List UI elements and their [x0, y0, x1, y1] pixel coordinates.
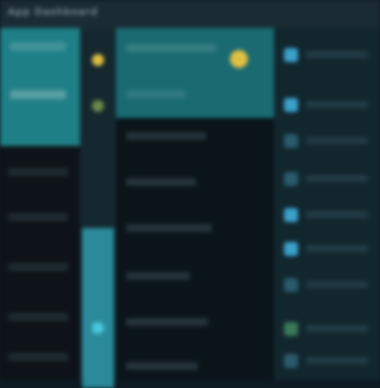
- list-item[interactable]: [280, 164, 376, 194]
- left-sidebar-item[interactable]: [8, 213, 68, 221]
- sun-icon[interactable]: [230, 50, 248, 68]
- left-sidebar: [0, 28, 80, 380]
- list-item[interactable]: [280, 126, 376, 156]
- item-label: [306, 137, 368, 144]
- right-list: [274, 28, 380, 380]
- left-sidebar-item[interactable]: [8, 313, 68, 321]
- item-label: [306, 101, 368, 108]
- item-icon: [284, 322, 298, 336]
- list-row[interactable]: [126, 318, 208, 326]
- item-label: [306, 51, 368, 58]
- left-sidebar-item[interactable]: [8, 168, 68, 176]
- header-line: [126, 90, 186, 98]
- window-title: App Dashboard: [8, 7, 98, 18]
- list-row[interactable]: [126, 178, 196, 186]
- item-icon: [284, 98, 298, 112]
- item-label: [306, 325, 368, 332]
- item-icon: [284, 242, 298, 256]
- icon-rail-selection: [82, 228, 114, 388]
- item-icon: [284, 278, 298, 292]
- item-icon: [284, 48, 298, 62]
- title-bar: App Dashboard: [0, 0, 380, 28]
- item-label: [306, 245, 368, 252]
- list-row[interactable]: [126, 272, 190, 280]
- main-panel: [116, 28, 274, 380]
- item-icon: [284, 134, 298, 148]
- app-window: App Dashboard: [0, 0, 380, 388]
- list-row[interactable]: [126, 132, 206, 140]
- list-item[interactable]: [280, 346, 376, 376]
- left-sidebar-item[interactable]: [8, 263, 68, 271]
- list-item[interactable]: [280, 200, 376, 230]
- list-item[interactable]: [280, 40, 376, 70]
- left-sidebar-item[interactable]: [8, 353, 68, 361]
- header-line: [126, 44, 216, 52]
- list-item[interactable]: [280, 270, 376, 300]
- list-row[interactable]: [126, 224, 212, 232]
- item-label: [306, 175, 368, 182]
- active-icon[interactable]: [92, 322, 104, 334]
- item-icon: [284, 354, 298, 368]
- item-label: [306, 281, 368, 288]
- list-item[interactable]: [280, 234, 376, 264]
- icon-rail: [80, 28, 116, 388]
- left-sidebar-item[interactable]: [10, 42, 66, 51]
- item-label: [306, 357, 368, 364]
- status-icon[interactable]: [92, 100, 104, 112]
- list-row[interactable]: [126, 362, 198, 370]
- left-sidebar-item-active[interactable]: [10, 90, 66, 99]
- item-icon: [284, 172, 298, 186]
- list-item[interactable]: [280, 90, 376, 120]
- list-item[interactable]: [280, 314, 376, 344]
- main-panel-header: [116, 28, 274, 118]
- item-icon: [284, 208, 298, 222]
- star-icon[interactable]: [92, 54, 104, 66]
- item-label: [306, 211, 368, 218]
- left-sidebar-header: [0, 28, 80, 146]
